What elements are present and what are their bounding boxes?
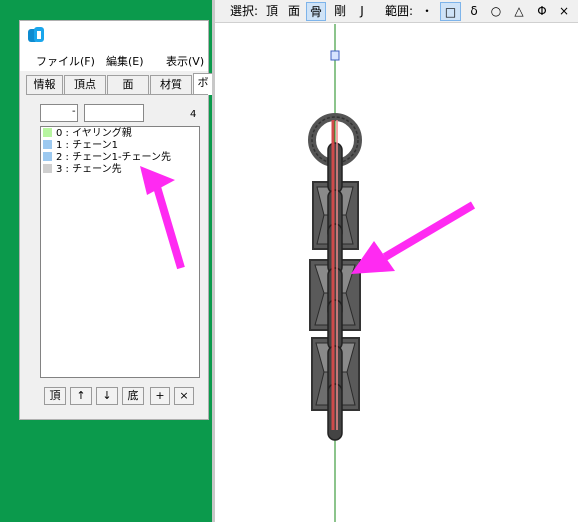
add-button[interactable]: + [150,387,170,405]
bone-label: 2 : チェーン1-チェーン先 [56,152,172,163]
bone-color-swatch [43,128,52,137]
range-separator: - [72,106,76,117]
bone-color-swatch [43,140,52,149]
range-label: 範囲: [384,4,414,18]
menu-file[interactable]: ファイル(F) [36,53,95,69]
tab-bone[interactable]: ボ [193,73,213,95]
bone-label: 1 : チェーン1 [56,140,118,151]
range-triangle-button[interactable]: △ [510,2,528,21]
3d-viewport[interactable]: 選択: 頂 面 骨 剛 J 範囲: ・ □ δ ○ △ Φ × [212,0,578,522]
range-clear-button[interactable]: × [555,2,573,21]
mode-rigid-button[interactable]: 剛 [331,2,349,21]
bone-count: 4 [190,109,197,120]
range-circle-button[interactable]: ○ [487,2,505,21]
list-item[interactable]: 2 : チェーン1-チェーン先 [43,152,171,164]
delete-button[interactable]: × [174,387,194,405]
list-item[interactable]: 3 : チェーン先 [43,164,122,176]
bone-color-swatch [43,152,52,161]
bone-list[interactable]: 0 : イヤリング親 1 : チェーン1 2 : チェーン1-チェーン先 3 :… [40,126,200,378]
list-item[interactable]: 0 : イヤリング親 [43,128,132,140]
bone-label: 3 : チェーン先 [56,164,122,175]
range-lasso-button[interactable]: δ [465,2,483,21]
select-label: 選択: [229,4,259,18]
range-point-button[interactable]: ・ [418,2,436,21]
move-down-button[interactable]: ↓ [96,387,118,405]
mode-joint-button[interactable]: J [355,2,369,21]
tab-material[interactable]: 材質 [150,75,192,95]
bone-panel-window: ファイル(F) 編集(E) 表示(V) 情報 頂点 面 材質 ボ - 4 0 :… [19,20,213,420]
mode-bone-button[interactable]: 骨 [306,2,326,21]
range-phi-button[interactable]: Φ [533,2,551,21]
list-item[interactable]: 1 : チェーン1 [43,140,118,152]
mode-face-button[interactable]: 面 [285,2,303,21]
menu-edit[interactable]: 編集(E) [106,53,144,69]
bone-label: 0 : イヤリング親 [56,128,132,139]
menu-bar: ファイル(F) 編集(E) 表示(V) [20,49,208,71]
tab-face[interactable]: 面 [107,75,149,95]
move-top-button[interactable]: 頂 [44,387,66,405]
menu-view[interactable]: 表示(V) [166,53,204,69]
move-up-button[interactable]: ↑ [70,387,92,405]
tab-info[interactable]: 情報 [26,75,63,95]
app-icon [28,27,44,42]
tab-vertex[interactable]: 頂点 [64,75,106,95]
title-bar [20,21,208,49]
viewport-toolbar: 選択: 頂 面 骨 剛 J 範囲: ・ □ δ ○ △ Φ × [215,0,578,23]
range-rect-button[interactable]: □ [440,2,461,21]
tab-strip: 情報 頂点 面 材質 ボ [26,73,213,95]
move-bottom-button[interactable]: 底 [122,387,144,405]
range-end-input[interactable] [84,104,144,122]
mode-vertex-button[interactable]: 頂 [263,2,281,21]
bone-color-swatch [43,164,52,173]
